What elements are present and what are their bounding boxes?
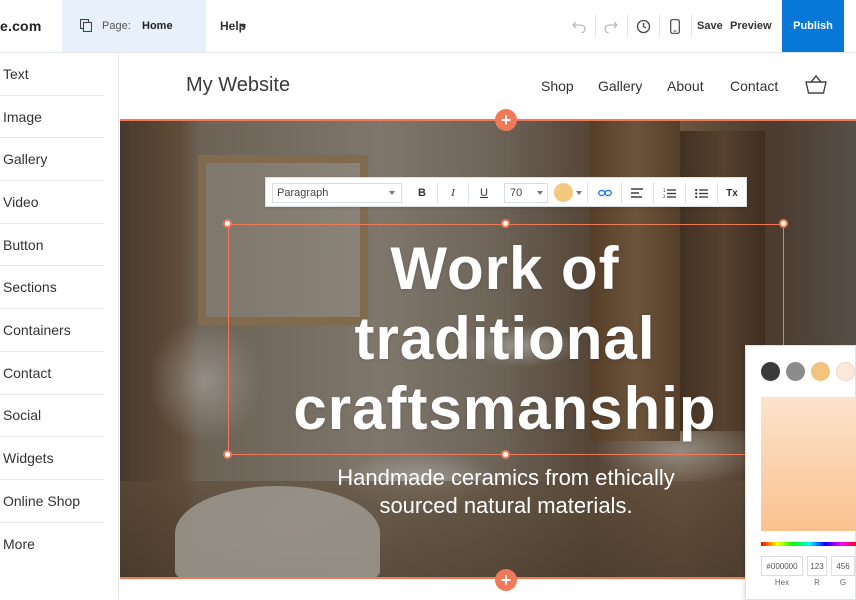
color-gradient-area[interactable] — [761, 397, 856, 531]
bullet-list-icon — [694, 188, 708, 198]
editor-topbar: e.com Page: Home Help Save Preview Publi… — [0, 0, 856, 53]
font-size-select[interactable]: 70 — [504, 183, 548, 203]
toolbar-divider — [621, 182, 622, 204]
sidebar-item-widgets[interactable]: Widgets — [0, 437, 104, 480]
link-button[interactable] — [594, 183, 616, 203]
sidebar-item-button[interactable]: Button — [0, 224, 104, 267]
text-color-swatch[interactable] — [554, 183, 573, 202]
italic-button[interactable]: I — [442, 183, 464, 203]
preview-button[interactable]: Preview — [730, 20, 772, 32]
sidebar-item-text[interactable]: Text — [0, 53, 104, 96]
hue-slider[interactable] — [761, 542, 856, 546]
numbered-list-button[interactable]: 12 — [658, 183, 680, 203]
chevron-down-icon — [389, 191, 395, 195]
sidebar-item-social[interactable]: Social — [0, 395, 104, 438]
hero-heading[interactable]: Work of traditional craftsmanship — [200, 234, 810, 444]
resize-handle-bottom-left[interactable] — [223, 450, 232, 459]
red-label: R — [814, 578, 820, 587]
bullet-list-button[interactable] — [690, 183, 712, 203]
toolbar-divider — [595, 14, 596, 38]
hex-input[interactable]: #000000 — [761, 556, 803, 576]
nav-item-shop[interactable]: Shop — [541, 78, 574, 94]
chevron-down-icon — [537, 191, 543, 195]
site-header: My Website Shop Gallery About Contact — [120, 53, 856, 119]
red-input[interactable]: 123 — [807, 556, 827, 576]
color-preset-light[interactable] — [836, 362, 855, 381]
toolbar-divider — [437, 182, 438, 204]
resize-handle-top[interactable] — [501, 219, 510, 228]
svg-text:2: 2 — [663, 194, 666, 199]
text-format-toolbar: Paragraph B I U 70 12 Tx — [265, 177, 747, 207]
shopping-basket-icon[interactable] — [804, 73, 828, 97]
resize-handle-top-right[interactable] — [779, 219, 788, 228]
paragraph-style-select[interactable]: Paragraph — [272, 183, 402, 203]
chevron-down-icon — [576, 191, 582, 195]
resize-handle-top-left[interactable] — [223, 219, 232, 228]
toolbar-divider — [627, 14, 628, 38]
align-left-icon — [631, 188, 643, 198]
font-size-value: 70 — [510, 187, 523, 199]
sidebar-item-gallery[interactable]: Gallery — [0, 138, 104, 182]
color-picker-panel: #000000 123 456 Hex R G — [745, 345, 856, 600]
redo-button[interactable] — [601, 16, 621, 36]
hex-label: Hex — [774, 578, 790, 587]
link-icon — [598, 189, 612, 197]
mobile-view-button[interactable] — [665, 16, 685, 36]
numbered-list-icon: 12 — [663, 188, 676, 199]
add-section-below-button[interactable]: + — [495, 569, 517, 591]
brand-logo[interactable]: e.com — [0, 18, 41, 34]
paragraph-style-value: Paragraph — [277, 187, 329, 199]
toolbar-divider — [691, 14, 692, 38]
page-selector-label: Page: — [102, 20, 131, 32]
sidebar-item-more[interactable]: More — [0, 523, 104, 566]
bold-button[interactable]: B — [411, 183, 433, 203]
toolbar-divider — [468, 182, 469, 204]
history-icon — [636, 19, 650, 33]
sidebar-item-online-shop[interactable]: Online Shop — [0, 480, 104, 523]
toolbar-divider — [717, 182, 718, 204]
mobile-phone-icon — [670, 18, 680, 34]
undo-icon — [572, 21, 586, 33]
undo-button[interactable] — [569, 16, 589, 36]
svg-text:1: 1 — [663, 188, 666, 193]
toolbar-divider — [659, 14, 660, 38]
toolbar-divider — [653, 182, 654, 204]
plus-icon: + — [500, 110, 512, 130]
sidebar-item-video[interactable]: Video — [0, 181, 104, 224]
nav-item-about[interactable]: About — [667, 78, 704, 94]
toolbar-divider — [685, 182, 686, 204]
sidebar-item-sections[interactable]: Sections — [0, 266, 104, 310]
help-menu[interactable]: Help — [220, 19, 246, 33]
add-section-above-button[interactable]: + — [495, 109, 517, 131]
hero-subheading[interactable]: Handmade ceramics from ethically sourced… — [236, 464, 776, 520]
elements-sidebar: Text Image Gallery Video Button Sections… — [0, 53, 119, 600]
color-preset-peach[interactable] — [811, 362, 830, 381]
clear-format-button[interactable]: Tx — [721, 183, 743, 203]
underline-button[interactable]: U — [473, 183, 495, 203]
resize-handle-bottom[interactable] — [501, 450, 510, 459]
page-selector-value: Home — [142, 20, 173, 32]
sidebar-item-contact[interactable]: Contact — [0, 352, 104, 395]
page-selector[interactable]: Page: Home — [62, 0, 246, 52]
publish-button[interactable]: Publish — [782, 0, 844, 52]
green-label: G — [839, 578, 847, 587]
plus-icon: + — [500, 570, 512, 590]
green-input[interactable]: 456 — [831, 556, 855, 576]
nav-item-gallery[interactable]: Gallery — [598, 78, 642, 94]
align-left-button[interactable] — [626, 183, 648, 203]
sidebar-item-containers[interactable]: Containers — [0, 309, 104, 352]
color-preset-dark[interactable] — [761, 362, 780, 381]
history-button[interactable] — [633, 16, 653, 36]
sidebar-item-image[interactable]: Image — [0, 96, 104, 139]
color-preset-gray[interactable] — [786, 362, 805, 381]
nav-item-contact[interactable]: Contact — [730, 78, 778, 94]
site-title[interactable]: My Website — [186, 74, 290, 97]
pages-icon — [80, 19, 92, 32]
toolbar-divider — [587, 182, 588, 204]
redo-icon — [604, 21, 618, 33]
save-button[interactable]: Save — [697, 20, 723, 32]
